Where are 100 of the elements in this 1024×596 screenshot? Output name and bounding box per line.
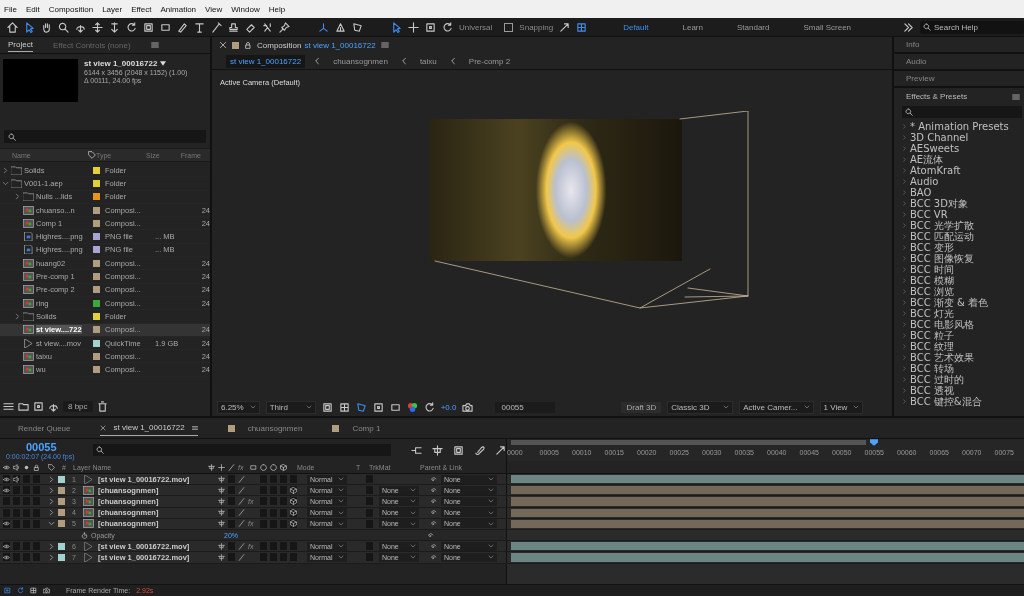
disclosure-icon[interactable] (48, 497, 55, 505)
disclosure-icon[interactable] (14, 193, 21, 201)
shy-icon[interactable] (218, 497, 225, 505)
render-time-icon[interactable] (43, 587, 50, 594)
label-swatch[interactable] (58, 486, 65, 494)
effect-category[interactable]: BCC 3D对象 (910, 198, 968, 209)
grid-icon[interactable] (576, 21, 588, 33)
effect-category[interactable]: BCC 匹配运动 (910, 231, 974, 242)
timeline-tab[interactable]: chuansognmen (227, 420, 303, 436)
snap-icon[interactable] (559, 21, 571, 33)
chevron-right-icon[interactable] (902, 179, 907, 184)
effect-category[interactable]: 3D Channel (910, 132, 969, 143)
timeline-tab[interactable]: Comp 1 (332, 420, 381, 436)
view-layout-dropdown[interactable]: 1 View (819, 400, 864, 414)
draft-3d-button[interactable]: Draft 3D (621, 401, 662, 413)
disclosure-icon[interactable] (2, 179, 9, 187)
label-swatch[interactable] (93, 286, 100, 294)
graph-editor-icon[interactable] (495, 444, 506, 456)
chevron-right-icon[interactable] (902, 146, 907, 151)
chevron-right-icon[interactable] (902, 245, 907, 250)
menu-item[interactable]: View (205, 4, 223, 14)
chevron-right-icon[interactable] (902, 344, 907, 349)
timecode-field[interactable]: 00055 (495, 401, 556, 413)
workspace-tab[interactable]: Default (623, 22, 649, 32)
effect-category[interactable]: Audio (910, 176, 939, 187)
transfer-controls-icon[interactable] (17, 587, 24, 594)
effect-category[interactable]: BCC 转场 (910, 363, 954, 374)
effect-category[interactable]: BCC 过时的 (910, 374, 964, 385)
text-tool-icon[interactable] (194, 21, 205, 33)
label-swatch[interactable] (93, 326, 100, 334)
effect-category[interactable]: BCC 模糊 (910, 275, 954, 286)
menu-item[interactable]: File (4, 4, 17, 14)
region-icon[interactable] (321, 401, 333, 413)
effect-category[interactable]: BCC 粒子 (910, 330, 954, 341)
chevron-right-icon[interactable] (902, 256, 907, 261)
chevron-right-icon[interactable] (902, 234, 907, 239)
chevron-right-icon[interactable] (902, 223, 907, 228)
pen-tool-icon[interactable] (177, 21, 188, 33)
search-field[interactable] (93, 444, 391, 456)
workspace-tab[interactable]: Learn (682, 22, 703, 32)
label-swatch[interactable] (93, 312, 100, 320)
folder-icon[interactable] (18, 400, 29, 412)
close-icon[interactable] (219, 41, 227, 49)
label-swatch[interactable] (58, 553, 65, 561)
chevron-right-icon[interactable] (902, 355, 907, 360)
effect-category[interactable]: BCC VR (910, 209, 948, 220)
label-swatch[interactable] (58, 497, 65, 505)
chevron-right-icon[interactable] (902, 377, 907, 382)
label-tag-icon[interactable] (88, 151, 96, 159)
paperclip-icon[interactable] (474, 444, 485, 456)
composition-icon[interactable] (33, 400, 44, 412)
solo-icon[interactable] (23, 463, 30, 471)
effect-category[interactable]: BCC 变形 (910, 242, 954, 253)
menu-icon[interactable] (150, 41, 159, 49)
workspace-tab[interactable]: Standard (737, 22, 770, 32)
rectangle-icon[interactable] (389, 401, 401, 413)
label-swatch[interactable] (93, 339, 100, 347)
label-swatch[interactable] (58, 475, 65, 483)
label-swatch[interactable] (93, 352, 100, 360)
search-field[interactable] (902, 106, 1022, 118)
stamp-tool-icon[interactable] (228, 21, 239, 33)
zoom-dropdown[interactable]: 6.25% (217, 400, 260, 414)
menu-item[interactable]: Edit (25, 4, 40, 14)
effect-category[interactable]: BCC 浏览 (910, 286, 954, 297)
disclosure-icon[interactable] (48, 509, 55, 517)
eraser-tool-icon[interactable] (245, 21, 256, 33)
local-axis-icon[interactable] (318, 21, 329, 33)
effect-category[interactable]: BCC 渐变 & 着色 (910, 297, 988, 308)
3d-layer-switch[interactable] (290, 508, 297, 517)
visibility-switch[interactable] (3, 542, 10, 551)
move-tool-icon[interactable] (92, 21, 103, 33)
frame-blend-icon[interactable] (250, 463, 257, 471)
rotate-tool-icon[interactable] (126, 21, 137, 33)
chevron-right-icon[interactable] (902, 311, 907, 316)
breadcrumb[interactable]: Pre-comp 2 (464, 54, 515, 68)
shy-icon[interactable] (432, 444, 443, 456)
chevron-right-icon[interactable] (902, 333, 907, 338)
home-icon[interactable] (7, 21, 18, 33)
label-swatch[interactable] (93, 366, 100, 374)
chevron-right-icon[interactable] (902, 157, 907, 162)
menu-item[interactable]: Effect (131, 4, 152, 14)
chevron-right-icon[interactable] (902, 212, 907, 217)
chevron-right-icon[interactable] (902, 190, 907, 195)
crosshair-icon[interactable] (408, 21, 419, 33)
hand-tool-icon[interactable] (41, 21, 52, 33)
chevron-right-icon[interactable] (902, 289, 907, 294)
disclosure-icon[interactable] (48, 542, 55, 550)
3d-layer-switch[interactable] (290, 486, 297, 495)
3d-layer-switch[interactable] (290, 519, 297, 528)
layer-switches-icon[interactable] (4, 587, 11, 594)
collapse-icon[interactable] (218, 463, 225, 471)
world-axis-icon[interactable] (335, 21, 346, 33)
dolly-tool-icon[interactable] (109, 21, 120, 33)
renderer-dropdown[interactable]: Classic 3D (667, 400, 734, 414)
chevron-right-icon[interactable] (902, 278, 907, 283)
chevron-right-icon[interactable] (902, 124, 907, 129)
breadcrumb[interactable]: st view 1_00016722 (226, 54, 306, 68)
double-chevron-icon[interactable] (903, 21, 914, 33)
effect-category[interactable]: BCC 电影风格 (910, 319, 974, 330)
layer-bar[interactable] (511, 508, 1024, 517)
